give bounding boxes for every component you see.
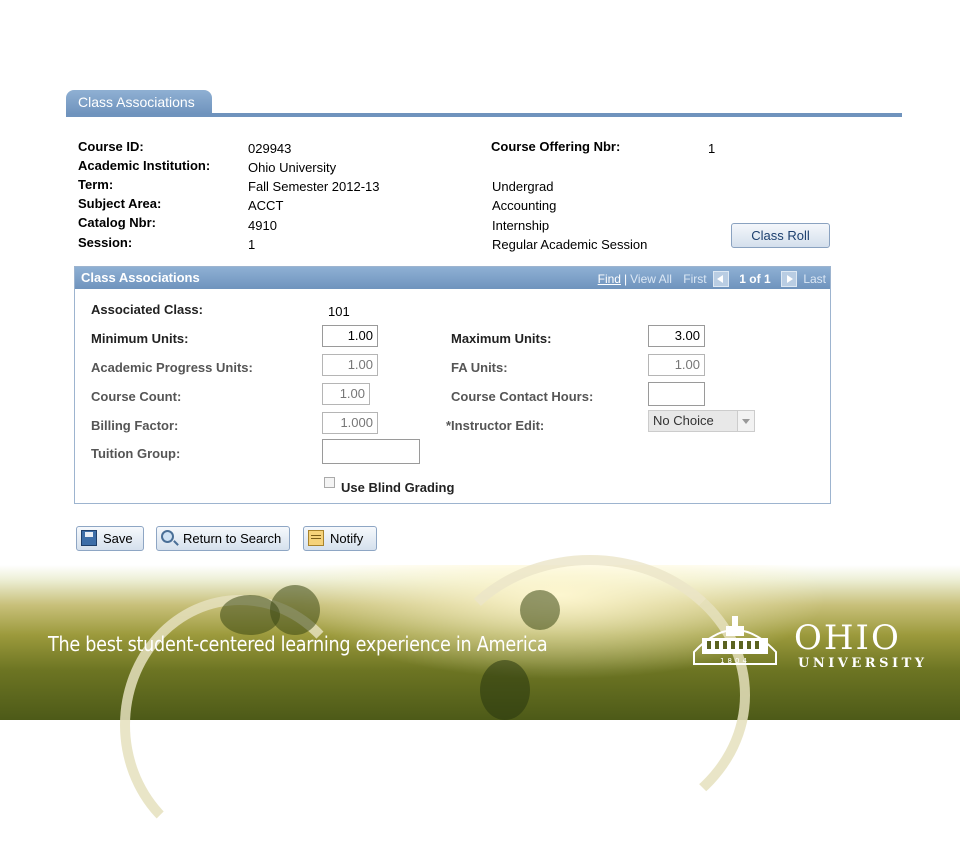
save-button[interactable]: Save <box>76 526 144 551</box>
catalog-description: Internship <box>492 218 550 233</box>
instructor-edit-label: *Instructor Edit: <box>446 418 545 433</box>
tree <box>270 585 320 635</box>
tab-underline <box>66 113 902 117</box>
academic-progress-units-field: 1.00 <box>322 354 378 376</box>
subject-area-label: Subject Area: <box>78 196 162 211</box>
offering-nbr-value: 1 <box>708 141 716 156</box>
subject-description: Accounting <box>492 198 557 213</box>
instructor-edit-value: No Choice <box>653 413 714 428</box>
tree <box>480 660 530 720</box>
return-to-search-button[interactable]: Return to Search <box>156 526 290 551</box>
grid-navigation: Find | View All First 1 of 1 Last <box>598 271 826 287</box>
catalog-nbr-value: 4910 <box>248 218 277 233</box>
campus-path-2 <box>430 555 750 835</box>
maximum-units-label: Maximum Units: <box>451 331 552 346</box>
offering-nbr-label: Course Offering Nbr: <box>491 139 621 154</box>
session-description: Regular Academic Session <box>492 237 648 252</box>
notify-button[interactable]: Notify <box>303 526 377 551</box>
ohio-university-seal-icon: 1804 <box>693 616 777 665</box>
save-label: Save <box>103 531 133 546</box>
panel-header: Class Associations Find | View All First 1… <box>75 267 830 289</box>
return-to-search-label: Return to Search <box>183 531 282 546</box>
institution-value: Ohio University <box>248 160 337 175</box>
banner-tagline: The best student-centered learning exper… <box>48 632 548 656</box>
session-value: 1 <box>248 237 256 252</box>
course-count-label: Course Count: <box>91 389 182 404</box>
term-value: Fall Semester 2012-13 <box>248 179 380 194</box>
instructor-edit-select[interactable]: No Choice <box>648 410 755 432</box>
tuition-group-field[interactable] <box>322 439 420 464</box>
search-icon <box>161 530 174 543</box>
tuition-group-label: Tuition Group: <box>91 446 181 461</box>
nav-separator: | <box>623 272 628 286</box>
notify-icon <box>308 530 324 546</box>
minimum-units-label: Minimum Units: <box>91 331 189 346</box>
associated-class-label: Associated Class: <box>91 302 203 317</box>
blind-grading-checkbox[interactable] <box>324 477 335 488</box>
career-value: Undergrad <box>492 179 554 194</box>
fa-units-label: FA Units: <box>451 360 508 375</box>
fa-units-field: 1.00 <box>648 354 705 376</box>
course-contact-hours-label: Course Contact Hours: <box>451 389 594 404</box>
subject-area-value: ACCT <box>248 198 284 213</box>
class-associations-panel: Class Associations Find | View All First 1… <box>74 266 831 504</box>
course-count-field: 1.00 <box>322 383 370 405</box>
last-link[interactable]: Last <box>803 272 826 286</box>
row-count: 1 of 1 <box>739 272 771 286</box>
first-link[interactable]: First <box>683 272 706 286</box>
next-arrow-icon[interactable] <box>780 271 797 287</box>
university-logo-word: UNIVERSITY <box>798 656 928 671</box>
dropdown-arrow-icon[interactable] <box>737 411 754 431</box>
course-id-label: Course ID: <box>78 139 144 154</box>
view-all-link[interactable]: View All <box>630 272 672 286</box>
save-icon <box>81 530 97 546</box>
class-roll-button[interactable]: Class Roll <box>731 223 830 248</box>
billing-factor-field: 1.000 <box>322 412 378 434</box>
associated-class-value: 101 <box>328 304 350 319</box>
course-id-value: 029943 <box>248 141 292 156</box>
tree <box>520 590 560 630</box>
seal-year: 1804 <box>720 657 750 665</box>
course-contact-hours-field[interactable] <box>648 382 705 406</box>
blind-grading-label: Use Blind Grading <box>341 480 455 495</box>
session-label: Session: <box>78 235 133 250</box>
panel-title: Class Associations <box>81 270 200 285</box>
ohio-logo-word: OHIO <box>794 618 901 658</box>
previous-arrow-icon[interactable] <box>712 271 729 287</box>
billing-factor-label: Billing Factor: <box>91 418 179 433</box>
notify-label: Notify <box>330 531 364 546</box>
find-link[interactable]: Find <box>598 272 621 286</box>
minimum-units-field[interactable]: 1.00 <box>322 325 378 347</box>
term-label: Term: <box>78 177 114 192</box>
institution-label: Academic Institution: <box>78 158 211 173</box>
maximum-units-field[interactable]: 3.00 <box>648 325 705 347</box>
academic-progress-units-label: Academic Progress Units: <box>91 360 253 375</box>
catalog-nbr-label: Catalog Nbr: <box>78 215 156 230</box>
tab-class-associations[interactable]: Class Associations <box>66 90 212 114</box>
